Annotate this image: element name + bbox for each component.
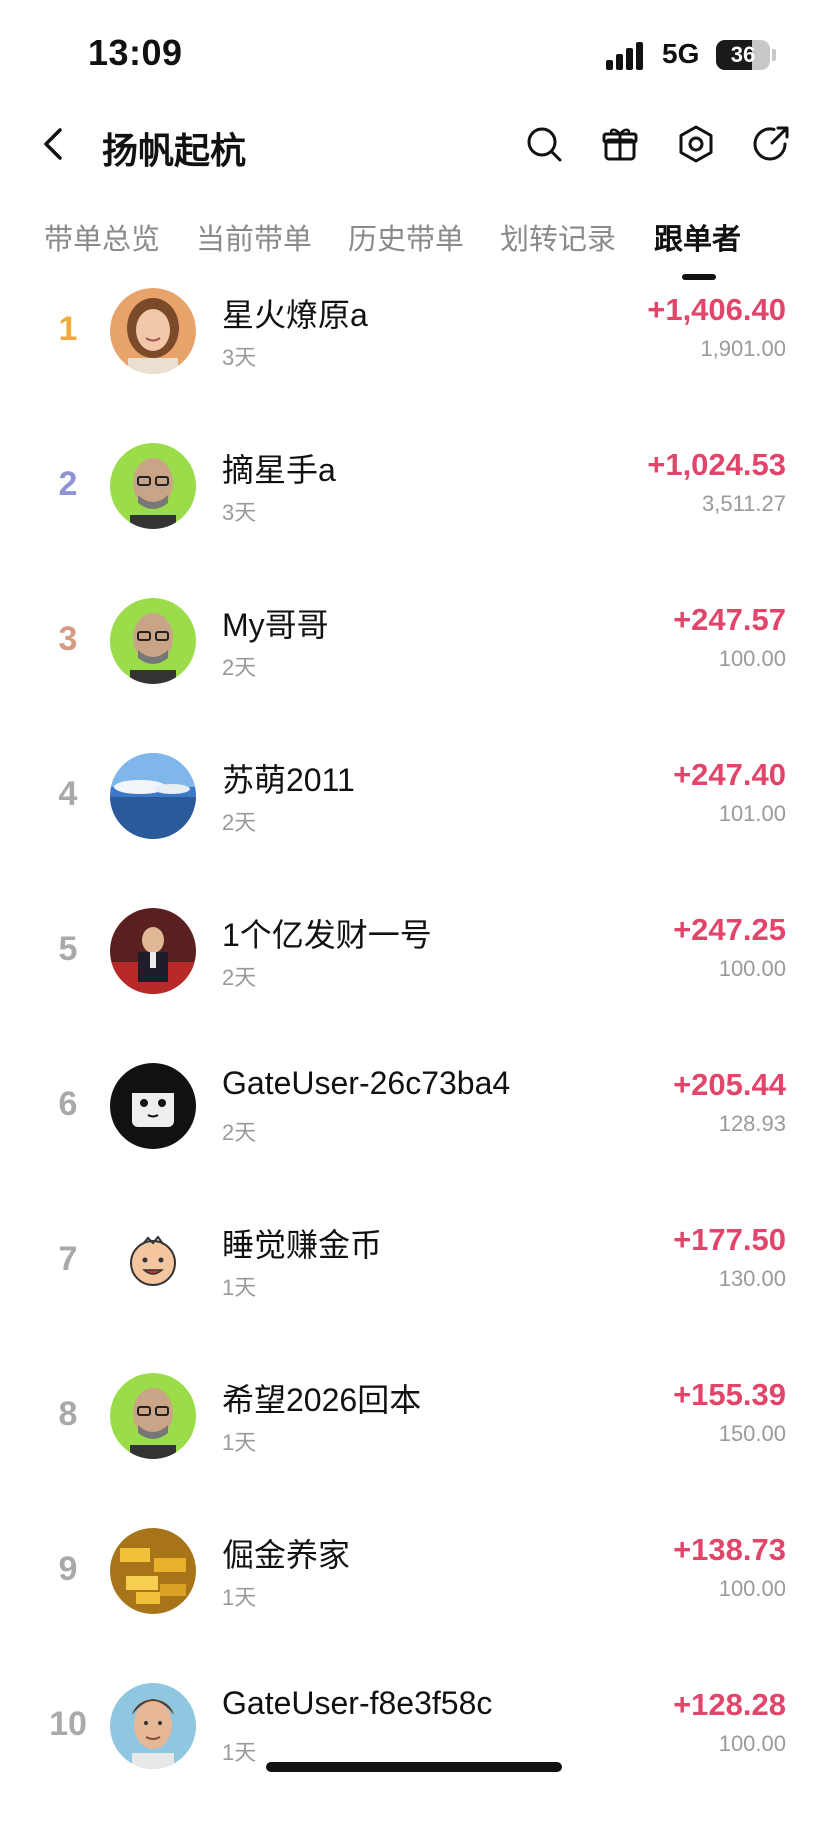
follow-days: 1天	[222, 1275, 257, 1300]
follower-name: 星火燎原a	[222, 297, 368, 333]
follow-days: 3天	[222, 345, 257, 370]
follower-pnl: +1,024.53	[647, 447, 786, 482]
follower-pnl: +138.73	[673, 1532, 786, 1567]
share-icon[interactable]	[752, 124, 792, 164]
follower-pnl: +247.40	[673, 757, 786, 792]
follower-name: 倔金养家	[222, 1537, 351, 1573]
list-item[interactable]: 8 希望2026回本 1天 +155.39 150.00	[0, 1365, 828, 1520]
follow-days: 1天	[222, 1430, 257, 1455]
avatar	[110, 908, 196, 994]
follower-name: 希望2026回本	[222, 1382, 422, 1418]
tab-transfer-records[interactable]: 划转记录	[500, 216, 616, 258]
avatar	[110, 753, 196, 839]
list-item[interactable]: 6 GateUser-26c73ba4 2天 +205.44 128.93	[0, 1055, 828, 1210]
avatar	[110, 598, 196, 684]
battery-level: 36	[730, 42, 756, 67]
nav-header: 扬帆起杭	[0, 110, 828, 180]
follower-pnl: +155.39	[673, 1377, 786, 1412]
follower-amount: 150.00	[718, 1421, 786, 1446]
battery-tip	[772, 49, 776, 61]
avatar	[110, 1683, 196, 1769]
tab-followers[interactable]: 跟单者	[654, 216, 741, 258]
rank-number: 10	[49, 1705, 87, 1743]
tab-current-orders[interactable]: 当前带单	[196, 216, 312, 258]
avatar	[110, 288, 196, 374]
follow-days: 2天	[222, 965, 257, 990]
tab-bar: 带单总览 当前带单 历史带单 划转记录 跟单者	[0, 208, 828, 282]
follower-amount: 100.00	[718, 1576, 786, 1601]
rank-number: 7	[58, 1240, 78, 1278]
avatar	[110, 1373, 196, 1459]
home-indicator[interactable]	[266, 1762, 562, 1772]
follower-pnl: +247.25	[673, 912, 786, 947]
follower-name: GateUser-26c73ba4	[222, 1065, 511, 1101]
follower-name: 摘星手a	[222, 452, 336, 488]
follower-amount: 101.00	[718, 801, 786, 826]
avatar	[110, 1218, 196, 1304]
follow-days: 2天	[222, 1120, 257, 1145]
list-item[interactable]: 5 1个亿发财一号 2天 +247.25 100.00	[0, 900, 828, 1055]
signal-icon	[606, 40, 650, 70]
follower-amount: 3,511.27	[701, 491, 786, 516]
follower-amount: 100.00	[718, 646, 786, 671]
list-item[interactable]: 10 GateUser-f8e3f58c 1天 +128.28 100.00	[0, 1675, 828, 1830]
status-time: 13:09	[88, 32, 183, 73]
follower-amount: 128.93	[718, 1111, 786, 1136]
back-icon[interactable]	[34, 124, 74, 164]
list-item[interactable]: 1 星火燎原a 3天 +1,406.40 1,901.00	[0, 280, 828, 435]
follower-name: 睡觉赚金币	[222, 1227, 383, 1263]
battery-icon: 36	[716, 40, 770, 70]
list-item[interactable]: 2 摘星手a 3天 +1,024.53 3,511.27	[0, 435, 828, 590]
follow-days: 1天	[222, 1585, 257, 1610]
follower-name: GateUser-f8e3f58c	[222, 1685, 493, 1721]
follower-name: 1个亿发财一号	[222, 917, 432, 953]
avatar	[110, 443, 196, 529]
page-title: 扬帆起杭	[102, 130, 247, 171]
tab-history-orders[interactable]: 历史带单	[348, 216, 464, 258]
follower-name: My哥哥	[222, 607, 329, 643]
avatar	[110, 1528, 196, 1614]
follow-days: 2天	[222, 810, 257, 835]
rank-number: 2	[58, 465, 78, 503]
follower-pnl: +128.28	[673, 1687, 786, 1722]
follower-amount: 100.00	[718, 1731, 786, 1756]
rank-number: 3	[58, 620, 78, 658]
follower-amount: 130.00	[718, 1266, 786, 1291]
list-item[interactable]: 4 苏萌2011 2天 +247.40 101.00	[0, 745, 828, 900]
list-item[interactable]: 9 倔金养家 1天 +138.73 100.00	[0, 1520, 828, 1675]
search-icon[interactable]	[524, 124, 564, 164]
follow-days: 3天	[222, 500, 257, 525]
follower-pnl: +247.57	[673, 602, 786, 637]
settings-icon[interactable]	[676, 124, 716, 164]
list-item[interactable]: 3 My哥哥 2天 +247.57 100.00	[0, 590, 828, 745]
follow-days: 1天	[222, 1740, 257, 1765]
follower-pnl: +205.44	[673, 1067, 786, 1102]
follow-days: 2天	[222, 655, 257, 680]
rank-number: 1	[58, 310, 78, 348]
rank-number: 4	[58, 775, 78, 813]
gift-icon[interactable]	[600, 124, 640, 164]
follower-name: 苏萌2011	[222, 762, 355, 798]
network-type: 5G	[662, 38, 700, 69]
status-bar: 13:09 5G 36	[0, 0, 828, 100]
rank-number: 5	[58, 930, 78, 968]
avatar	[110, 1063, 196, 1149]
rank-number: 8	[58, 1395, 78, 1433]
follower-pnl: +1,406.40	[647, 292, 786, 327]
follower-amount: 100.00	[718, 956, 786, 981]
tab-overview[interactable]: 带单总览	[44, 216, 160, 258]
list-item[interactable]: 7 睡觉赚金币 1天 +177.50 130.00	[0, 1210, 828, 1365]
follower-pnl: +177.50	[673, 1222, 786, 1257]
rank-number: 9	[58, 1550, 78, 1588]
follower-amount: 1,901.00	[700, 336, 786, 361]
rank-number: 6	[58, 1085, 78, 1123]
